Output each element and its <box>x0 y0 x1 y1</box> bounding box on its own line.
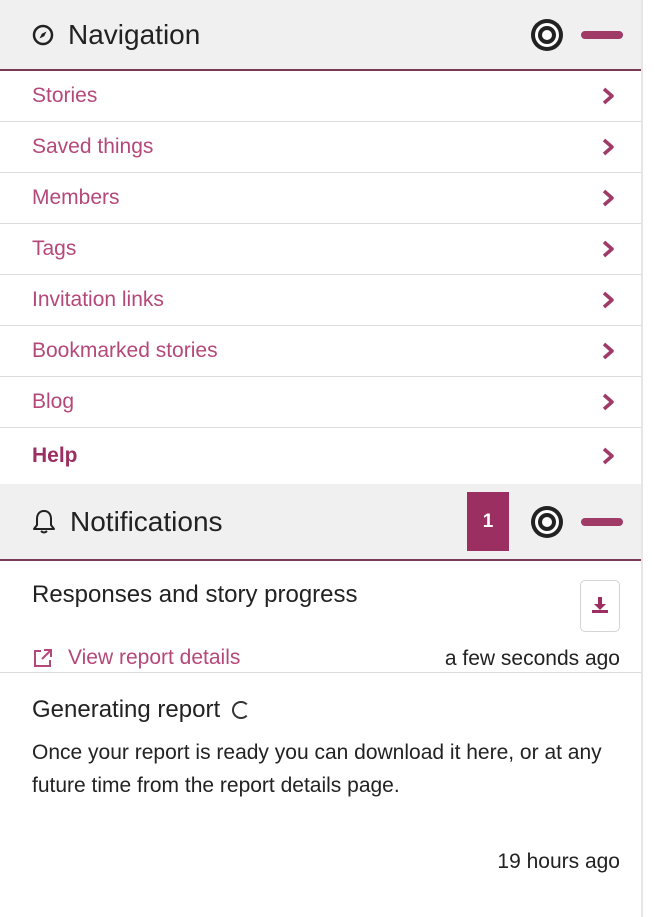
nav-item-help[interactable]: Help <box>0 428 641 484</box>
notifications-header: Notifications 1 <box>0 484 641 561</box>
chevron-right-icon <box>601 393 615 411</box>
notification-timestamp: 19 hours ago <box>497 850 620 873</box>
notification-title: Responses and story progress <box>32 581 358 608</box>
notification-item: Responses and story progress View report… <box>0 561 641 673</box>
navigation-header: Navigation <box>0 0 641 71</box>
nav-item-label: Blog <box>32 390 75 413</box>
compass-icon <box>32 24 54 46</box>
notification-count-badge: 1 <box>467 492 509 551</box>
nav-item-label: Bookmarked stories <box>32 339 218 362</box>
collapse-navigation-icon[interactable] <box>581 30 623 39</box>
nav-item-stories[interactable]: Stories <box>0 71 641 122</box>
bell-icon <box>32 509 56 535</box>
chevron-right-icon <box>601 342 615 360</box>
navigation-controls <box>529 17 623 53</box>
nav-item-label: Help <box>32 444 78 467</box>
nav-item-bookmarked-stories[interactable]: Bookmarked stories <box>0 326 641 377</box>
download-button[interactable] <box>580 580 620 632</box>
navigation-list: Stories Saved things Members Tags Invita… <box>0 71 641 484</box>
nav-item-members[interactable]: Members <box>0 173 641 224</box>
nav-item-label: Tags <box>32 237 77 260</box>
target-icon[interactable] <box>529 504 565 540</box>
sidebar-panel: Navigation Stories Saved things Members … <box>0 0 643 917</box>
nav-item-label: Stories <box>32 84 98 107</box>
generating-report-title-group: Generating report <box>32 696 251 724</box>
nav-item-blog[interactable]: Blog <box>0 377 641 428</box>
notifications-controls: 1 <box>467 492 623 551</box>
nav-item-saved-things[interactable]: Saved things <box>0 122 641 173</box>
chevron-right-icon <box>601 447 615 465</box>
nav-item-label: Invitation links <box>32 288 164 311</box>
nav-item-label: Members <box>32 186 120 209</box>
chevron-right-icon <box>601 291 615 309</box>
nav-item-tags[interactable]: Tags <box>0 224 641 275</box>
target-icon[interactable] <box>529 17 565 53</box>
chevron-right-icon <box>601 240 615 258</box>
navigation-title-group: Navigation <box>32 19 529 51</box>
external-link-icon <box>32 647 54 669</box>
nav-item-label: Saved things <box>32 135 154 158</box>
notification-body: Once your report is ready you can downlo… <box>32 741 602 797</box>
view-report-details-label: View report details <box>68 646 241 669</box>
download-icon <box>591 596 609 617</box>
chevron-right-icon <box>601 189 615 207</box>
view-report-details-link[interactable]: View report details <box>32 646 240 670</box>
notification-title: Generating report <box>32 696 221 723</box>
chevron-right-icon <box>601 138 615 156</box>
notification-item: Generating report Once your report is re… <box>0 673 641 903</box>
collapse-notifications-icon[interactable] <box>581 517 623 526</box>
notification-timestamp: a few seconds ago <box>444 647 620 670</box>
chevron-right-icon <box>601 87 615 105</box>
navigation-title: Navigation <box>68 18 201 50</box>
notifications-title-group: Notifications <box>32 506 467 538</box>
nav-item-invitation-links[interactable]: Invitation links <box>0 275 641 326</box>
spinner-icon <box>232 701 251 719</box>
notifications-title: Notifications <box>70 505 223 537</box>
